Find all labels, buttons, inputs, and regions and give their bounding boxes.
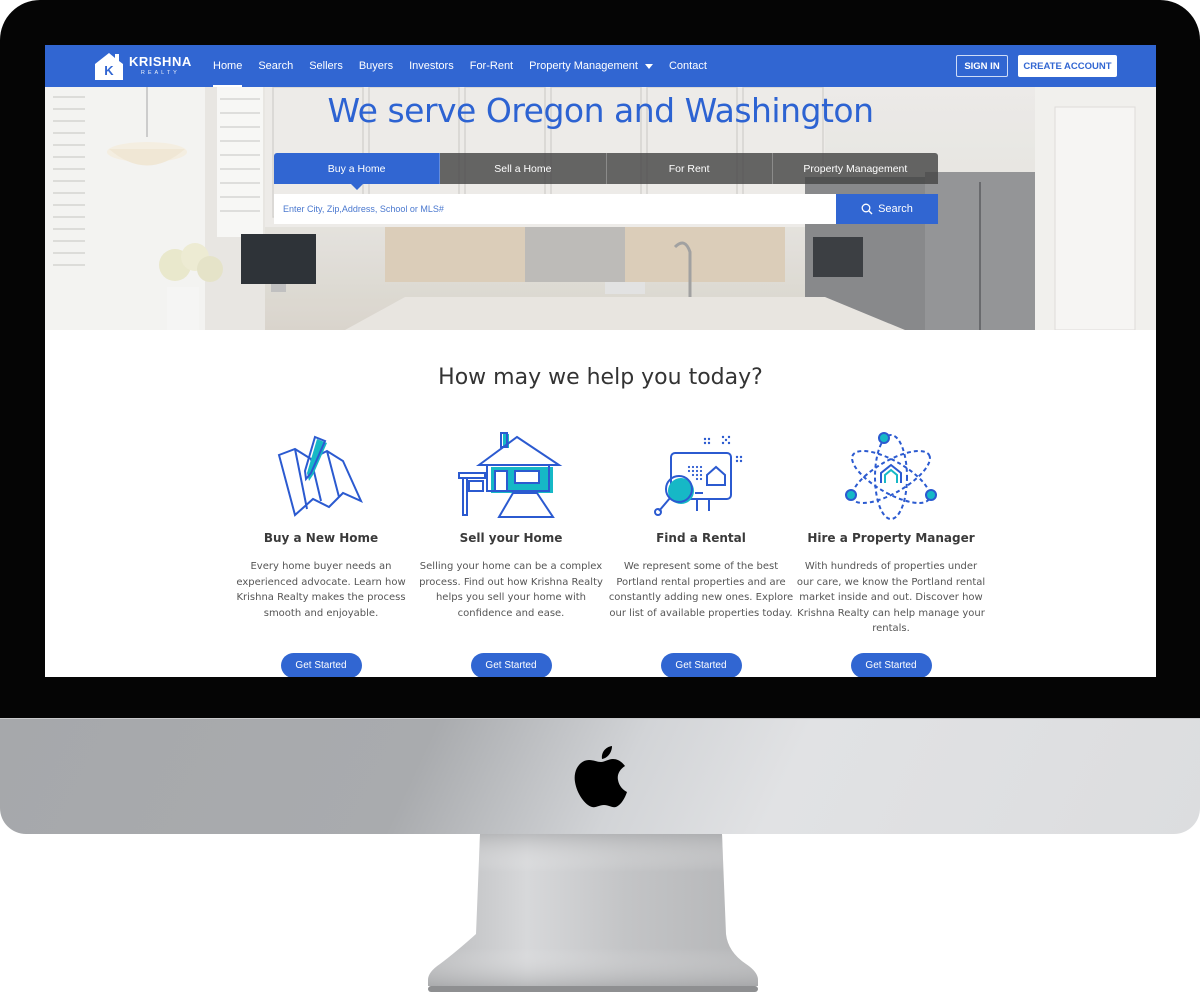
nav-link-sellers[interactable]: Sellers — [309, 45, 343, 87]
tab-property-management[interactable]: Property Management — [772, 153, 938, 184]
service-card-buy: Buy a New Home Every home buyer needs an… — [226, 425, 416, 677]
caret-down-icon — [644, 63, 653, 69]
tab-buy-a-home[interactable]: Buy a Home — [274, 153, 441, 190]
rental-search-icon — [654, 435, 743, 516]
service-title: Hire a Property Manager — [807, 531, 975, 545]
service-description: Every home buyer needs an experienced ad… — [236, 561, 406, 619]
apple-logo-icon — [574, 746, 627, 808]
service-title: Buy a New Home — [263, 531, 379, 545]
main-nav: Home Search Sellers Buyers Investors For… — [205, 45, 715, 87]
navbar: K KRISHNA REALTY Home Search Sellers Buy… — [45, 45, 1156, 87]
service-description: Selling your home can be a complex proce… — [419, 561, 603, 619]
map-pencil-icon — [277, 435, 363, 517]
service-description: We represent some of the best Portland r… — [608, 561, 794, 619]
svg-text:K: K — [104, 63, 114, 78]
hero-title: We serve Oregon and Washington — [327, 91, 874, 130]
service-title: Find a Rental — [656, 531, 746, 545]
search-type-tabs: Buy a Home Sell a Home For Rent Property… — [274, 153, 938, 190]
browser-screen: K KRISHNA REALTY Home Search Sellers Buy… — [45, 45, 1156, 677]
service-title: Sell your Home — [459, 531, 563, 545]
brand-name: KRISHNA — [129, 54, 192, 69]
service-card-sell: Sell your Home Selling your home can be … — [416, 425, 606, 677]
tab-sell-a-home[interactable]: Sell a Home — [440, 153, 607, 184]
search-button[interactable]: Search — [836, 194, 938, 224]
sign-in-button[interactable]: SIGN IN — [956, 55, 1008, 77]
create-account-button[interactable]: CREATE ACCOUNT — [1018, 55, 1117, 77]
nav-link-property-management[interactable]: Property Management — [529, 45, 653, 87]
property-search-input[interactable] — [274, 194, 836, 224]
property-manager-atom-icon — [845, 432, 937, 520]
service-card-rental: Find a Rental We represent some of the b… — [606, 425, 796, 677]
nav-link-property-management-label: Property Management — [529, 60, 638, 72]
nav-link-for-rent[interactable]: For-Rent — [470, 45, 513, 87]
imac-stand — [428, 834, 758, 992]
nav-link-search[interactable]: Search — [258, 45, 293, 87]
get-started-button[interactable]: Get Started — [660, 653, 742, 677]
nav-link-home[interactable]: Home — [213, 45, 243, 87]
nav-link-investors[interactable]: Investors — [409, 45, 454, 87]
get-started-button[interactable]: Get Started — [470, 653, 552, 677]
tab-for-rent[interactable]: For Rent — [606, 153, 773, 184]
nav-link-buyers[interactable]: Buyers — [359, 45, 393, 87]
get-started-button[interactable]: Get Started — [850, 653, 932, 677]
get-started-button[interactable]: Get Started — [280, 653, 362, 677]
hero-banner: We serve Oregon and Washington Buy a Hom… — [45, 87, 1156, 330]
nav-link-contact[interactable]: Contact — [669, 45, 707, 87]
brand-logo[interactable]: K KRISHNA REALTY — [93, 49, 193, 83]
search-icon — [861, 203, 873, 215]
search-button-label: Search — [878, 203, 913, 215]
service-card-property-manager: Hire a Property Manager With hundreds of… — [796, 425, 986, 677]
brand-subtitle: REALTY — [140, 70, 180, 76]
house-for-sale-icon — [458, 432, 563, 518]
house-logo-icon: K — [95, 53, 123, 80]
service-description: With hundreds of properties under our ca… — [796, 561, 986, 634]
help-section-title: How may we help you today? — [438, 365, 763, 390]
